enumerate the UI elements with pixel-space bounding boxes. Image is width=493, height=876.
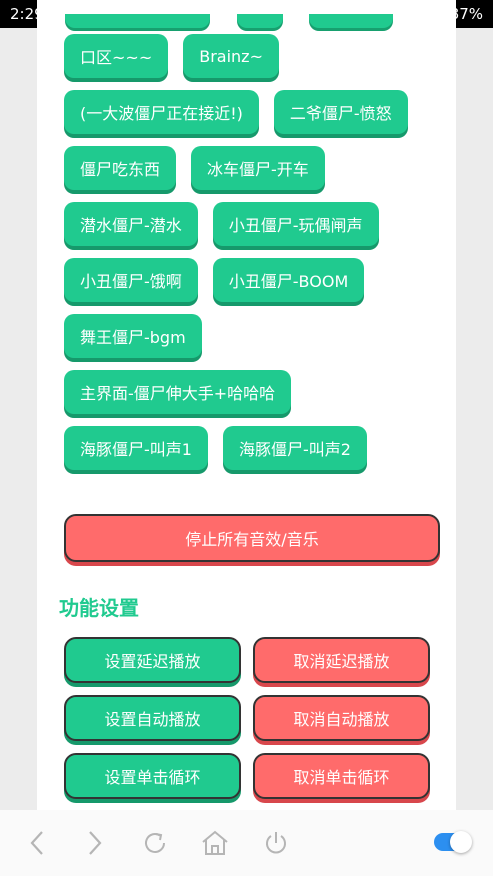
cut-off-buttons-row [37, 14, 456, 28]
set-delay-play-button[interactable]: 设置延迟播放 [64, 637, 241, 683]
sound-button[interactable]: 小丑僵尸-BOOM [212, 258, 365, 302]
sound-button[interactable]: 小丑僵尸-玩偶闸声 [212, 202, 379, 246]
sound-button[interactable]: 潜水僵尸-潜水 [64, 202, 198, 246]
sound-button[interactable]: 口区~~~ [64, 34, 169, 78]
forward-icon [89, 831, 102, 855]
cancel-click-loop-button[interactable]: 取消单击循环 [253, 753, 430, 799]
back-icon [30, 831, 43, 855]
home-icon [202, 830, 228, 855]
sound-button[interactable]: 冰车僵尸-开车 [191, 146, 325, 190]
bottom-navigation-bar [0, 810, 493, 876]
cut-off-button[interactable] [237, 14, 283, 28]
home-button[interactable] [200, 828, 230, 858]
forward-button[interactable] [80, 828, 110, 858]
sound-button-list: 口区~~~ Brainz~ (一大波僵尸正在接近!) 二爷僵尸-愤怒 僵尸吃东西… [64, 34, 434, 470]
sound-button[interactable]: 小丑僵尸-饿啊 [64, 258, 198, 302]
sound-button[interactable]: 二爷僵尸-愤怒 [273, 90, 408, 134]
refresh-icon [145, 833, 165, 853]
sound-button[interactable]: 海豚僵尸-叫声2 [222, 426, 367, 470]
settings-button-grid: 设置延迟播放 取消延迟播放 设置自动播放 取消自动播放 设置单击循环 取消单击循… [64, 637, 430, 799]
cut-off-button[interactable] [65, 14, 210, 28]
content-card: 口区~~~ Brainz~ (一大波僵尸正在接近!) 二爷僵尸-愤怒 僵尸吃东西… [37, 0, 456, 810]
toggle-knob [450, 831, 472, 853]
sound-button[interactable]: Brainz~ [183, 34, 279, 78]
cut-off-button[interactable] [309, 14, 393, 28]
sound-button[interactable]: 舞王僵尸-bgm [64, 314, 202, 358]
sound-button[interactable]: 主界面-僵尸伸大手+哈哈哈 [64, 370, 292, 414]
power-button[interactable] [261, 828, 291, 858]
power-icon [266, 832, 286, 854]
set-auto-play-button[interactable]: 设置自动播放 [64, 695, 241, 741]
settings-section-title: 功能设置 [59, 596, 139, 620]
sound-button[interactable]: 僵尸吃东西 [64, 146, 177, 190]
refresh-button[interactable] [140, 828, 170, 858]
set-click-loop-button[interactable]: 设置单击循环 [64, 753, 241, 799]
cancel-auto-play-button[interactable]: 取消自动播放 [253, 695, 430, 741]
stop-all-sounds-button[interactable]: 停止所有音效/音乐 [64, 514, 440, 562]
mode-toggle-switch[interactable] [434, 831, 472, 853]
sound-button[interactable]: 海豚僵尸-叫声1 [64, 426, 208, 470]
sound-button[interactable]: (一大波僵尸正在接近!) [64, 90, 259, 134]
back-button[interactable] [22, 828, 52, 858]
cancel-delay-play-button[interactable]: 取消延迟播放 [253, 637, 430, 683]
